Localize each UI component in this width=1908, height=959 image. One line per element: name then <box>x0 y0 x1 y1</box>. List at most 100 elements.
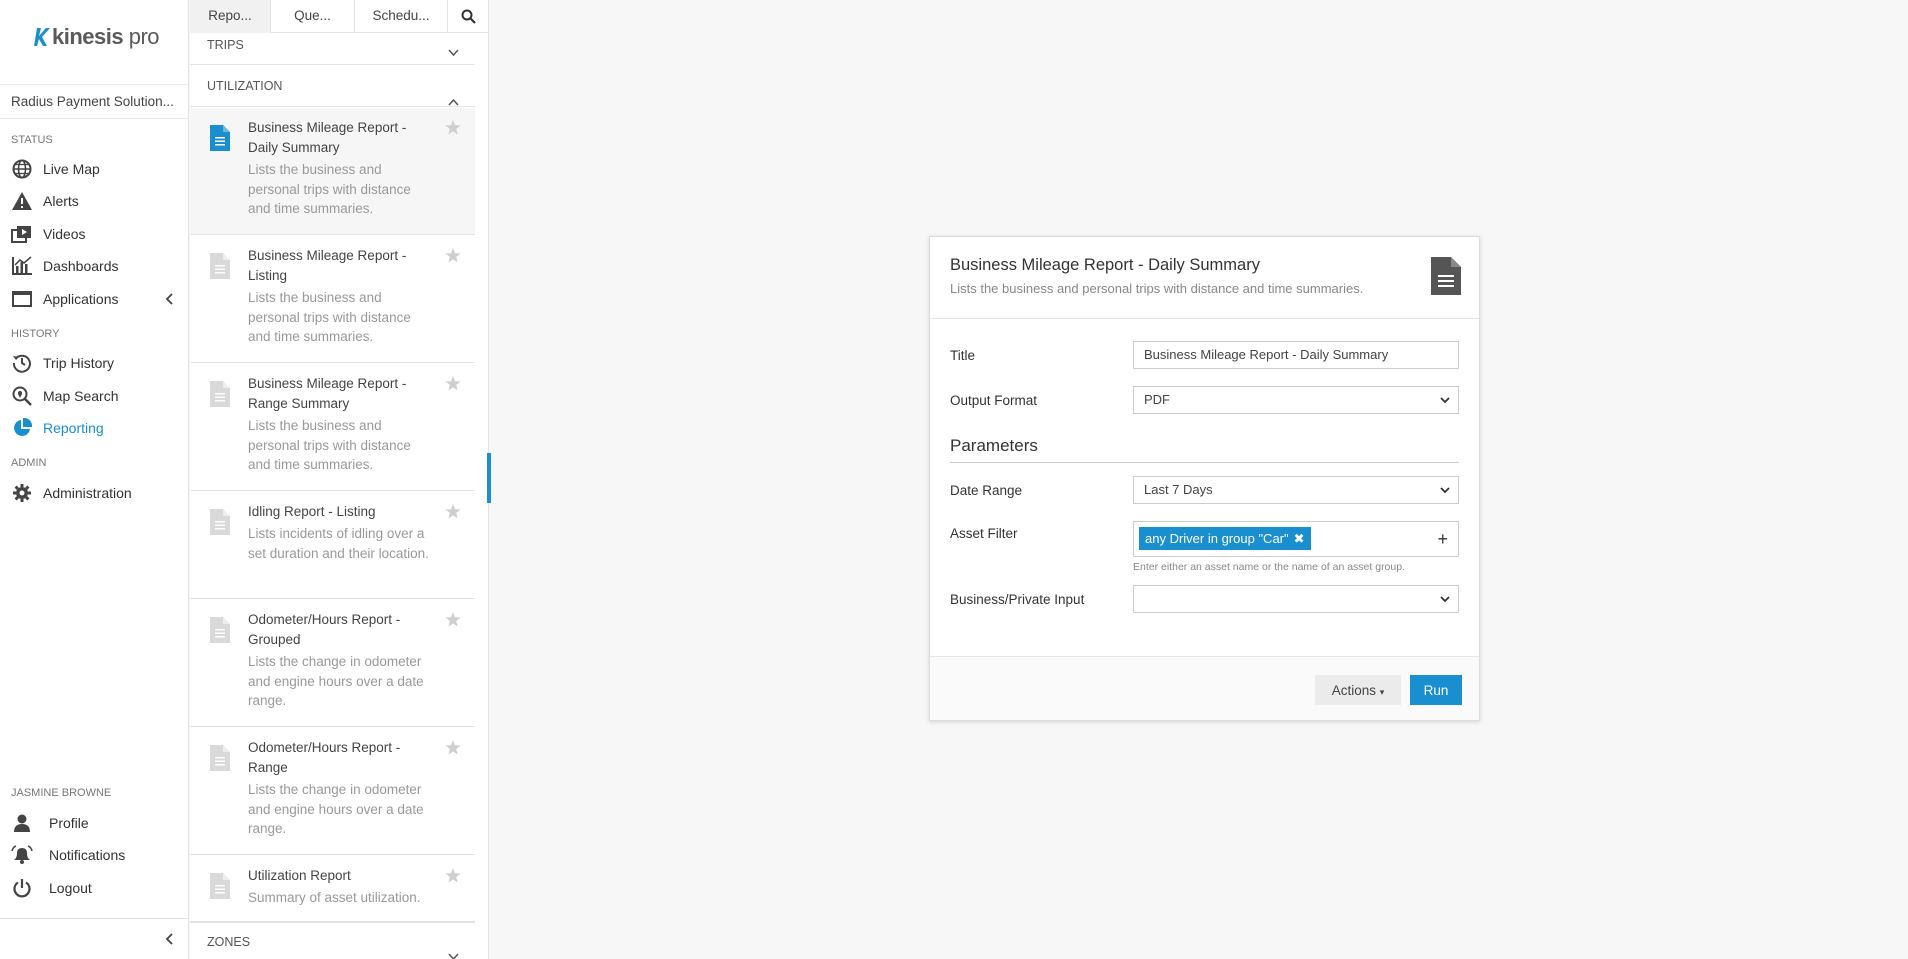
nav-item-logout[interactable]: Logout <box>0 873 189 903</box>
business-private-select[interactable] <box>1133 585 1459 613</box>
favorite-star-icon[interactable] <box>445 868 461 883</box>
nav-item-live-map[interactable]: Live Map <box>0 154 189 184</box>
report-description: Lists incidents of idling over a set dur… <box>248 526 429 561</box>
nav-label: Profile <box>49 815 89 831</box>
nav-label: Dashboards <box>43 258 119 274</box>
organization-selector[interactable]: Radius Payment Solution... <box>0 84 189 119</box>
nav-label: Alerts <box>43 193 79 209</box>
section-admin: ADMIN <box>11 457 47 469</box>
report-list-item[interactable]: Odometer/Hours Report - Range Lists the c… <box>190 728 475 855</box>
category-trips[interactable]: TRIPS <box>190 33 475 65</box>
report-name: Business Mileage Report - Daily Summary <box>248 120 407 155</box>
user-icon <box>11 812 33 834</box>
collapse-nav-button[interactable] <box>0 918 189 959</box>
nav-label: Notifications <box>49 847 126 863</box>
nav-label: Logout <box>49 880 92 896</box>
nav-item-dashboards[interactable]: Dashboards <box>0 251 189 281</box>
chevron-down-icon <box>1440 586 1450 612</box>
window-icon <box>11 288 33 310</box>
nav-item-map-search[interactable]: Map Search <box>0 381 189 411</box>
search-button[interactable] <box>448 0 488 33</box>
output-format-label: Output Format <box>950 393 1038 408</box>
nav-item-videos[interactable]: Videos <box>0 219 189 249</box>
date-range-label: Date Range <box>950 483 1023 498</box>
document-icon <box>210 381 230 407</box>
dialog-subtitle: Lists the business and personal trips wi… <box>950 281 1364 296</box>
favorite-star-icon[interactable] <box>445 248 461 263</box>
kinesis-pro-logo[interactable]: kinesis pro <box>34 24 160 50</box>
add-asset-icon[interactable]: + <box>1437 529 1448 549</box>
title-input[interactable]: Business Mileage Report - Daily Summary <box>1133 341 1459 369</box>
dialog-header: Business Mileage Report - Daily Summary … <box>930 237 1479 319</box>
run-button[interactable]: Run <box>1410 675 1462 705</box>
document-icon <box>210 617 230 643</box>
date-range-select[interactable]: Last 7 Days <box>1133 476 1459 504</box>
nav-label: Live Map <box>43 161 100 177</box>
nav-item-reporting[interactable]: Reporting <box>0 413 189 443</box>
nav-label: Reporting <box>43 420 104 436</box>
report-description: Lists the business and personal trips wi… <box>248 162 411 216</box>
asset-filter-tag: any Driver in group "Car" ✖ <box>1139 527 1311 550</box>
nav-label: Map Search <box>43 388 119 404</box>
warning-icon <box>11 190 33 212</box>
chevron-left-icon <box>165 292 175 308</box>
section-user: JASMINE BROWNE <box>11 787 112 799</box>
asset-filter-label: Asset Filter <box>950 526 1018 541</box>
parameters-divider <box>950 462 1459 463</box>
report-description: Lists the business and personal trips wi… <box>248 290 411 344</box>
nav-item-trip-history[interactable]: Trip History <box>0 348 189 378</box>
remove-tag-icon[interactable]: ✖ <box>1294 527 1305 550</box>
favorite-star-icon[interactable] <box>445 612 461 627</box>
report-list-item[interactable]: Odometer/Hours Report - Grouped Lists the… <box>190 600 475 727</box>
nav-item-alerts[interactable]: Alerts <box>0 186 189 216</box>
bar-chart-icon <box>11 255 33 277</box>
nav-item-profile[interactable]: Profile <box>0 808 189 838</box>
chevron-down-icon <box>448 938 459 959</box>
report-list-item[interactable]: Business Mileage Report - Range Summary L… <box>190 364 475 491</box>
nav-label: Videos <box>43 226 86 242</box>
favorite-star-icon[interactable] <box>445 740 461 755</box>
pie-chart-icon <box>11 417 33 439</box>
nav-item-applications[interactable]: Applications <box>0 284 189 314</box>
report-list-item[interactable]: Utilization Report Summary of asset utili… <box>190 856 475 922</box>
chevron-down-icon <box>1440 477 1450 503</box>
nav-item-administration[interactable]: Administration <box>0 478 189 508</box>
category-zones[interactable]: ZONES <box>190 922 475 959</box>
category-utilization[interactable]: UTILIZATION <box>190 66 475 107</box>
video-icon <box>11 223 33 245</box>
report-list-item[interactable]: Idling Report - Listing Lists incidents o… <box>190 492 475 599</box>
asset-filter-help: Enter either an asset name or the name o… <box>1133 561 1405 573</box>
nav-label: Administration <box>43 485 132 501</box>
chevron-left-icon <box>165 933 175 948</box>
kinesis-logo-icon <box>34 28 50 46</box>
select-value: Last 7 Days <box>1144 482 1213 497</box>
section-status: STATUS <box>11 134 53 146</box>
favorite-star-icon[interactable] <box>445 376 461 391</box>
actions-button[interactable]: Actions ▾ <box>1315 675 1401 705</box>
chevron-down-icon <box>448 41 459 65</box>
nav-item-notifications[interactable]: Notifications <box>0 840 189 870</box>
favorite-star-icon[interactable] <box>445 504 461 519</box>
document-icon <box>210 745 230 771</box>
report-list-item[interactable]: Business Mileage Report - Daily Summary L… <box>190 108 475 235</box>
document-icon <box>210 125 230 151</box>
favorite-star-icon[interactable] <box>445 120 461 135</box>
report-description: Lists the change in odometer and engine … <box>248 782 424 836</box>
report-description: Summary of asset utilization. <box>248 890 421 905</box>
asset-filter-input[interactable]: any Driver in group "Car" ✖ + <box>1133 521 1459 557</box>
report-list-item[interactable]: Business Mileage Report - Listing Lists t… <box>190 236 475 363</box>
globe-icon <box>11 158 33 180</box>
tab-scheduled[interactable]: Schedu... <box>355 0 448 33</box>
output-format-select[interactable]: PDF <box>1133 386 1459 414</box>
report-name: Idling Report - Listing <box>248 504 376 519</box>
tab-queue[interactable]: Que... <box>271 0 355 33</box>
nav-label: Applications <box>43 291 119 307</box>
panel-resize-indicator[interactable] <box>487 453 491 503</box>
nav-label: Trip History <box>43 355 115 371</box>
document-icon <box>210 253 230 279</box>
tag-label: any Driver in group "Car" <box>1145 531 1289 546</box>
dialog-footer: Actions ▾ Run <box>930 656 1479 720</box>
title-label: Title <box>950 348 976 363</box>
tab-reports[interactable]: Repo... <box>190 0 271 33</box>
history-icon <box>11 352 33 374</box>
